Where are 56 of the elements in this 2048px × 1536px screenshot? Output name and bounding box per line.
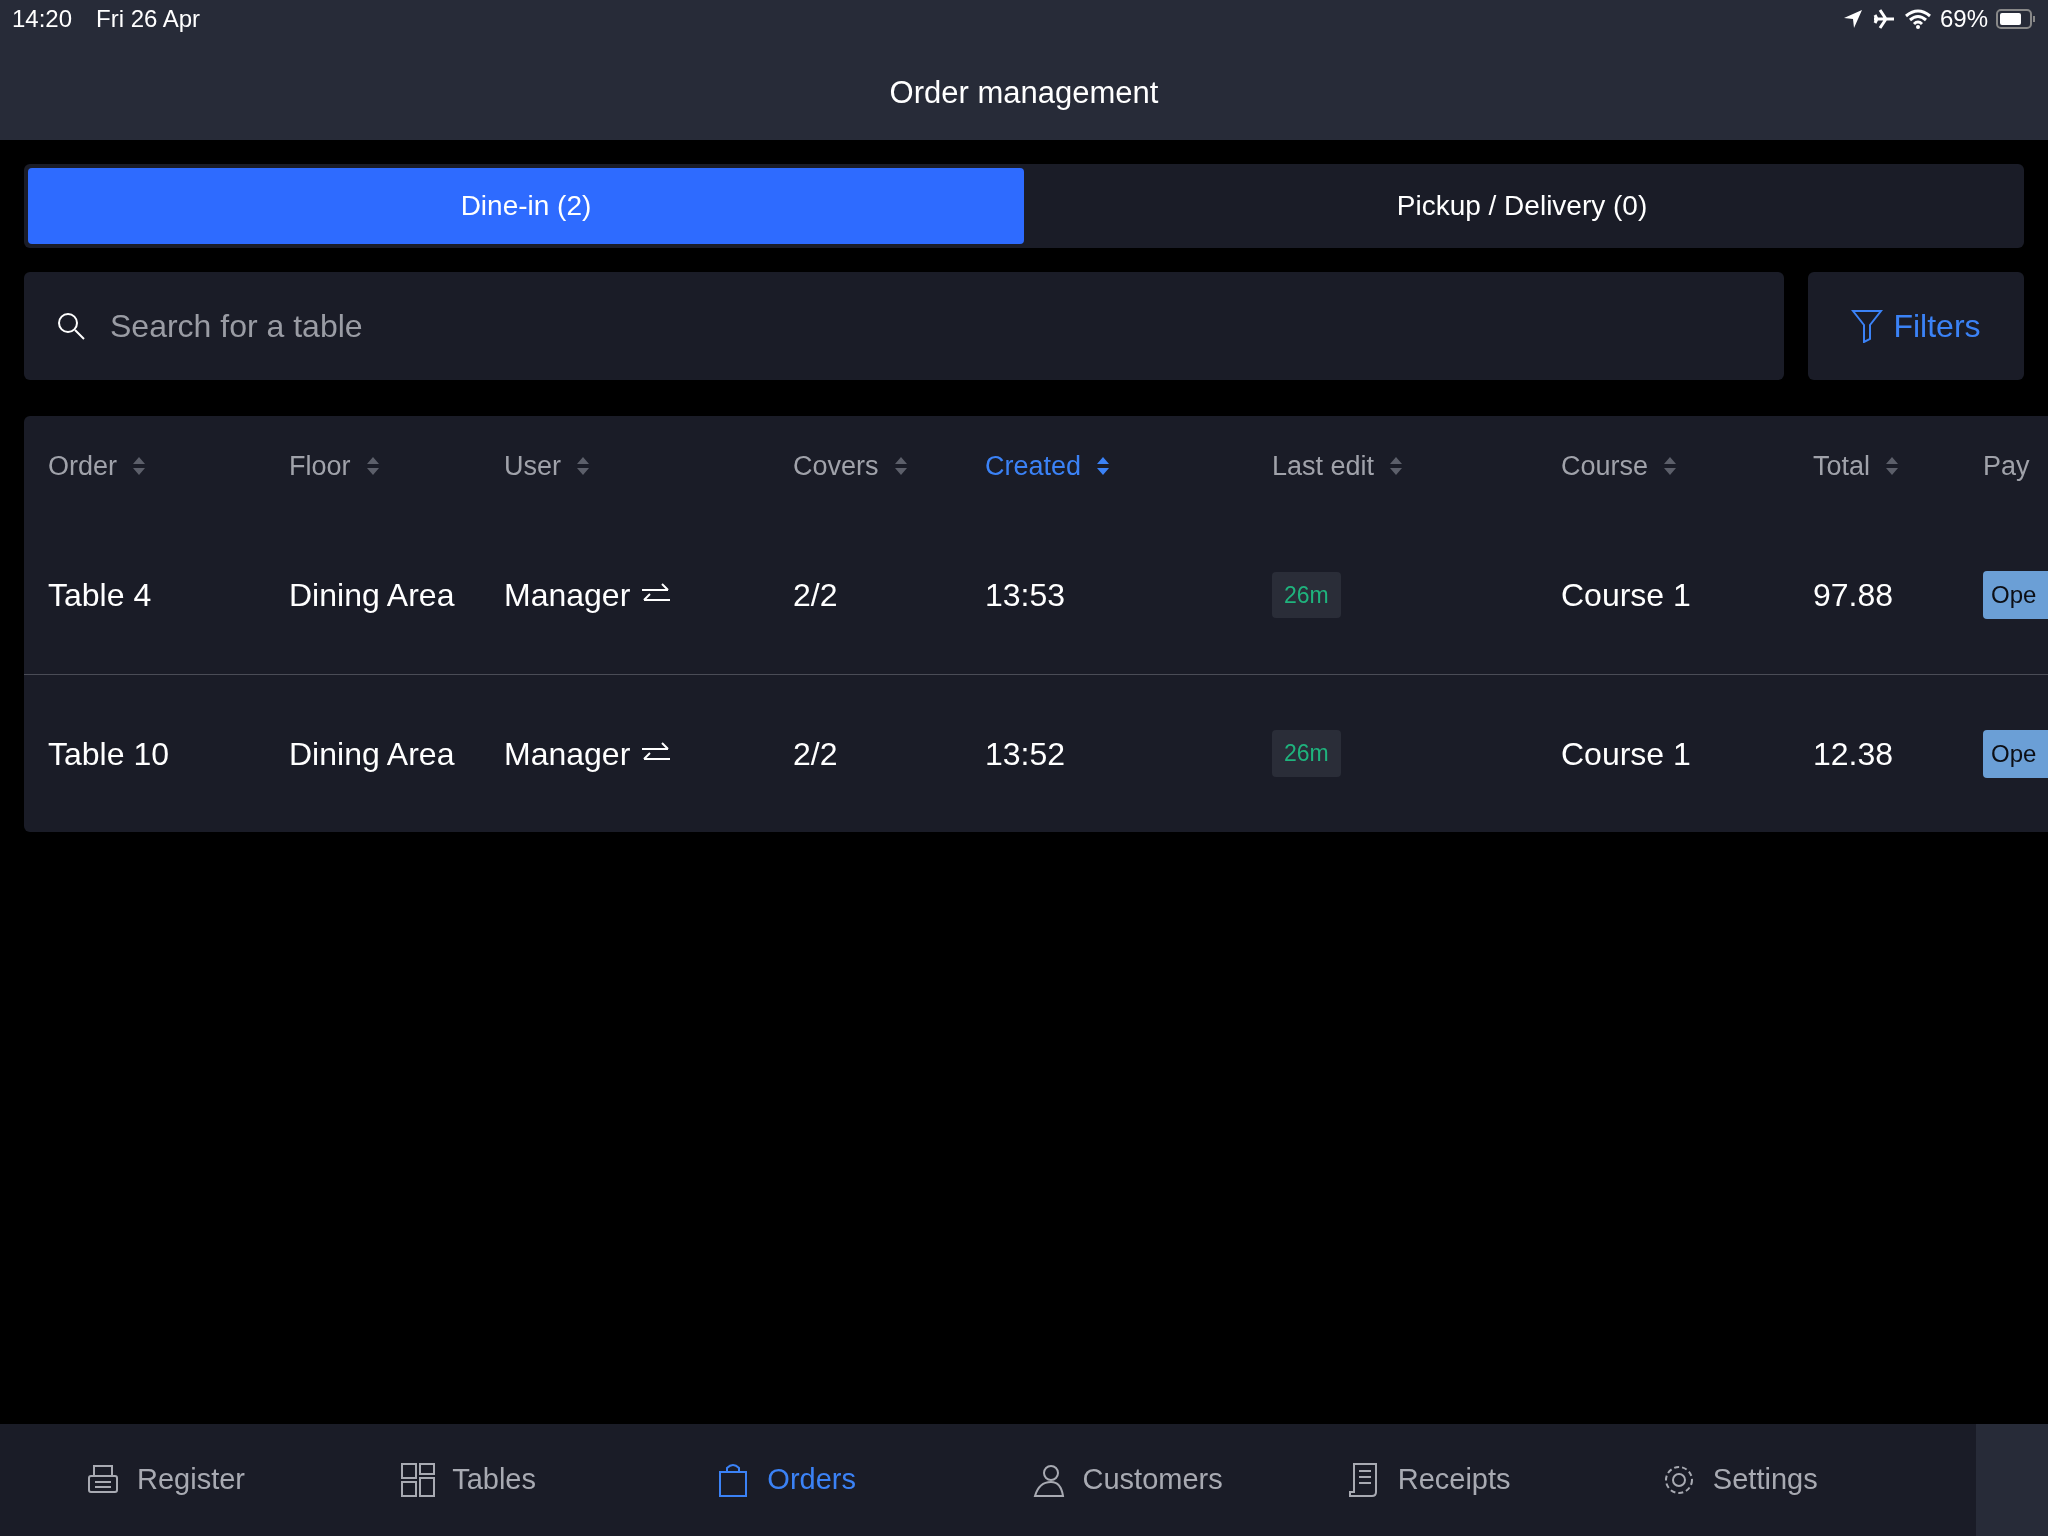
column-header[interactable]: User: [504, 445, 793, 487]
nav-tab[interactable]: Register: [85, 1458, 401, 1502]
search-input[interactable]: Search for a table: [108, 301, 1752, 351]
column-header[interactable]: Course: [1561, 445, 1813, 487]
status-time: 14:20: [12, 4, 73, 34]
column-header[interactable]: Floor: [289, 445, 504, 487]
sort-icon: [892, 455, 909, 477]
status-badge: Ope: [1983, 729, 2048, 778]
table-cell-text: 2/2: [793, 576, 838, 615]
table-cell-text: 13:52: [985, 734, 1066, 774]
column-header[interactable]: Order: [48, 445, 289, 487]
search-field[interactable]: Search for a table: [24, 272, 1784, 380]
status-badge: Ope: [1983, 571, 2048, 619]
nav-tab[interactable]: Orders: [715, 1458, 1031, 1502]
search-icon: [56, 311, 86, 341]
time-badge: 26m: [1272, 571, 1341, 619]
battery-level: 69%: [1939, 4, 1988, 34]
table-cell-text: Table 4: [48, 576, 152, 615]
wifi-icon: [1903, 8, 1932, 30]
grid-icon: [400, 1462, 437, 1498]
page-title: Order management: [888, 74, 1160, 112]
table-cell-text: Course 1: [1561, 734, 1691, 774]
sort-icon: [1388, 455, 1405, 477]
table-cell-text: Course 1: [1561, 576, 1691, 615]
nav-tab[interactable]: Tables: [400, 1458, 716, 1502]
table-cell-text: Dining Area: [289, 576, 455, 615]
status-date: Fri 26 Apr: [96, 4, 201, 34]
table-cell-text: 2/2: [793, 734, 838, 774]
filter-icon: [1851, 309, 1884, 343]
battery-icon: [1996, 8, 2036, 30]
tab[interactable]: Dine-in (2): [28, 168, 1024, 244]
tab[interactable]: Pickup / Delivery (0): [1024, 168, 2020, 244]
column-header[interactable]: Covers: [793, 445, 985, 487]
airplane-icon: [1871, 8, 1896, 30]
table-cell-text: Table 10: [48, 734, 169, 774]
table-cell-text: Manager: [504, 734, 631, 774]
column-header[interactable]: Created: [985, 445, 1272, 487]
sort-icon: [1884, 455, 1901, 477]
column-header[interactable]: Total: [1813, 445, 1983, 487]
sort-icon: [575, 455, 591, 477]
sort-icon: [131, 455, 148, 477]
nav-tab[interactable]: Settings: [1660, 1458, 1977, 1502]
nav-tab[interactable]: Customers: [1030, 1458, 1346, 1502]
filters-button[interactable]: Filters: [1808, 272, 2024, 380]
table-cell-text: 97.88: [1813, 576, 1894, 615]
sort-icon: [1662, 455, 1679, 477]
column-header[interactable]: Last edit: [1272, 445, 1561, 487]
column-header[interactable]: Pay: [1983, 445, 2048, 487]
table-cell-text: Manager: [504, 576, 631, 615]
table-cell-text: 12.38: [1813, 734, 1894, 774]
time-badge: 26m: [1272, 730, 1341, 777]
sort-icon: [364, 455, 381, 477]
table-cell-text: Dining Area: [289, 734, 455, 774]
nav-tab[interactable]: Receipts: [1345, 1458, 1661, 1502]
table-cell-text: 13:53: [985, 576, 1066, 615]
sort-icon: [1095, 455, 1112, 477]
